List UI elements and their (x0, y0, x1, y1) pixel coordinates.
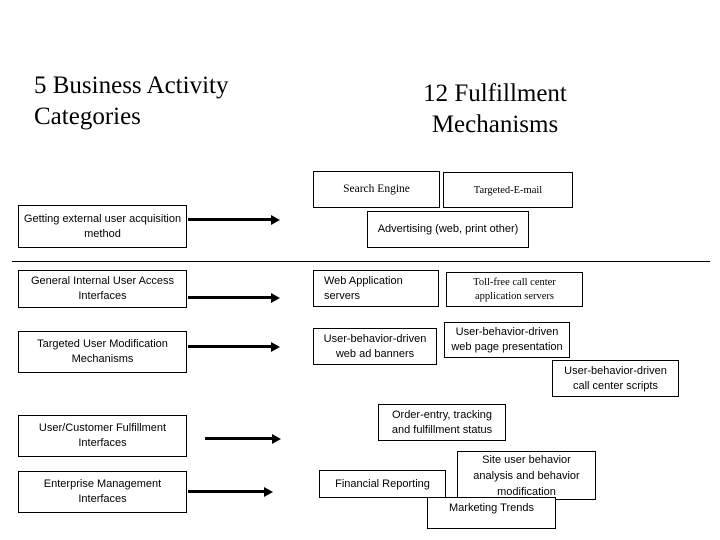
category-label: Targeted User Modification Mechanisms (37, 338, 168, 365)
mechanism-box-order-entry[interactable]: Order-entry, tracking and fulfillment st… (378, 404, 506, 441)
mechanism-label: Marketing Trends (449, 502, 534, 514)
mechanism-label: User-behavior-driven call center scripts (564, 364, 667, 392)
mechanism-label: Order-entry, tracking and fulfillment st… (391, 408, 493, 436)
mechanism-label: User-behavior-driven web page presentati… (451, 326, 563, 353)
mechanism-box-search-engine[interactable]: Search Engine (313, 171, 440, 208)
category-label: User/Customer Fulfillment Interfaces (38, 422, 167, 449)
mechanism-label: Toll-free call center application server… (473, 276, 556, 302)
category-label: Getting external user acquisition method (23, 212, 182, 240)
mechanism-box-site-user-behavior-analysis[interactable]: Site user behavior analysis and behavior… (457, 451, 596, 500)
category-box-enterprise-management[interactable]: Enterprise Management Interfaces (18, 471, 187, 513)
arrow-user-customer-fulfillment (205, 433, 281, 444)
mechanism-box-web-page-presentation[interactable]: User-behavior-driven web page presentati… (444, 322, 570, 358)
category-box-general-internal-user-access[interactable]: General Internal User Access Interfaces (18, 270, 187, 308)
mechanism-box-toll-free-call-center[interactable]: Toll-free call center application server… (446, 272, 583, 307)
category-box-getting-external-user[interactable]: Getting external user acquisition method (18, 205, 187, 248)
arrow-targeted-user-modification (188, 341, 280, 352)
section-divider (12, 261, 710, 262)
mechanism-label: Advertising (web, print other) (377, 223, 519, 235)
category-label: Enterprise Management Interfaces (43, 478, 162, 505)
category-label: General Internal User Access Interfaces (30, 275, 175, 302)
page-title-right: 12 Fulfillment Mechanisms (423, 80, 567, 138)
arrow-getting-external-user (188, 214, 280, 225)
mechanism-label: Site user behavior analysis and behavior… (473, 453, 580, 498)
mechanism-label: Search Engine (343, 183, 410, 195)
mechanism-label: Web Application servers (324, 274, 403, 302)
mechanism-box-targeted-e-mail[interactable]: Targeted-E-mail (443, 172, 573, 208)
arrow-general-internal-user-access (188, 292, 280, 303)
slide-canvas: 5 Business Activity Categories 12 Fulfil… (0, 0, 720, 540)
mechanism-box-advertising[interactable]: Advertising (web, print other) (367, 211, 529, 248)
category-box-targeted-user-modification[interactable]: Targeted User Modification Mechanisms (18, 331, 187, 373)
category-box-user-customer-fulfillment[interactable]: User/Customer Fulfillment Interfaces (18, 415, 187, 457)
mechanism-box-web-ad-banners[interactable]: User-behavior-driven web ad banners (313, 328, 437, 365)
mechanism-box-marketing-trends[interactable]: Marketing Trends (427, 497, 556, 529)
mechanism-box-call-center-scripts[interactable]: User-behavior-driven call center scripts (552, 360, 679, 397)
mechanism-box-web-application-servers[interactable]: Web Application servers (313, 270, 439, 307)
mechanism-label: Financial Reporting (335, 477, 430, 490)
mechanism-label: Targeted-E-mail (473, 184, 543, 196)
mechanism-box-financial-reporting[interactable]: Financial Reporting (319, 470, 446, 498)
mechanism-label: User-behavior-driven web ad banners (323, 332, 427, 360)
arrow-enterprise-management (188, 486, 273, 497)
page-title-left: 5 Business Activity Categories (34, 72, 229, 130)
